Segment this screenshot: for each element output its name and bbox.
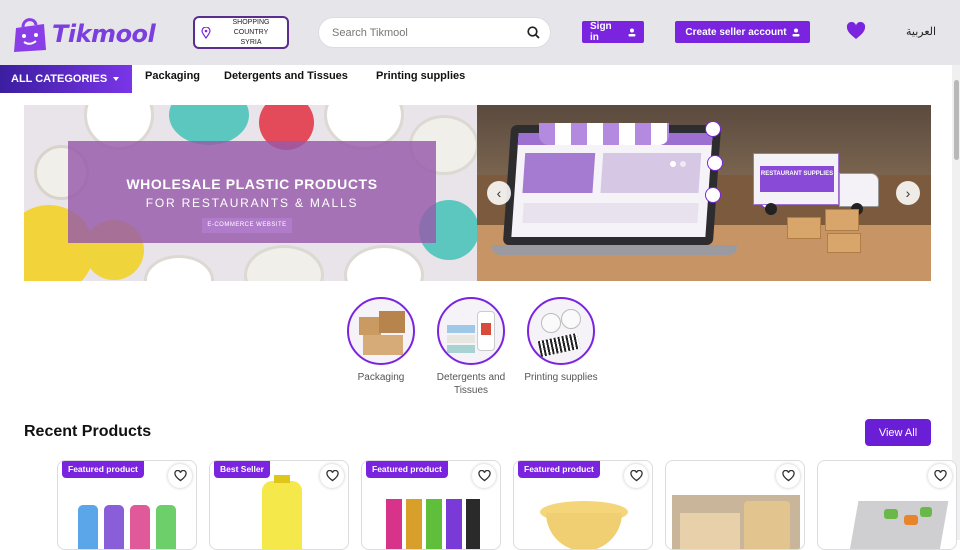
product-card[interactable]: Featured product — [361, 460, 501, 550]
search-input[interactable] — [332, 26, 527, 39]
product-image[interactable] — [672, 491, 800, 549]
user-icon — [792, 28, 800, 36]
shopping-country-text: SHOPPING COUNTRY SYRIA — [215, 18, 287, 48]
truck-text: RESTAURANT SUPPLIES — [760, 166, 834, 192]
heart-outline-icon — [325, 470, 339, 482]
shopping-country-label: SHOPPING COUNTRY — [232, 18, 270, 36]
nav-link-detergents[interactable]: Detergents and Tissues — [224, 70, 348, 82]
category-detergents-circle[interactable] — [437, 297, 505, 365]
banner-tag[interactable]: E-COMMERCE WEBSITE — [202, 218, 292, 233]
brand-name: Tikmool — [52, 20, 156, 48]
product-card[interactable]: Featured product — [57, 460, 197, 550]
category-printing-circle[interactable] — [527, 297, 595, 365]
sign-in-button[interactable]: Sign in — [582, 21, 644, 43]
create-seller-account-button[interactable]: Create seller account — [675, 21, 810, 43]
carousel-dots — [670, 161, 686, 167]
recent-products-title: Recent Products — [24, 423, 152, 440]
product-image[interactable] — [824, 491, 952, 549]
chevron-left-icon: ‹ — [496, 185, 502, 201]
product-card[interactable]: Featured product — [513, 460, 653, 550]
product-card[interactable]: Best Seller — [209, 460, 349, 550]
search-icon[interactable] — [527, 26, 540, 39]
user-icon — [628, 28, 636, 36]
product-card[interactable] — [817, 460, 957, 550]
location-pin-icon — [201, 26, 211, 39]
category-bar — [0, 65, 960, 93]
category-packaging-circle[interactable] — [347, 297, 415, 365]
banner-slide-website[interactable]: RESTAURANT SUPPLIES — [477, 105, 931, 281]
nav-link-packaging[interactable]: Packaging — [145, 70, 200, 82]
product-badge: Featured product — [518, 461, 600, 478]
caret-down-icon — [113, 77, 120, 81]
shopping-bag-logo-icon — [14, 18, 46, 52]
product-badge: Best Seller — [214, 461, 270, 478]
scrollbar-thumb[interactable] — [954, 80, 959, 160]
all-categories-button[interactable]: ALL CATEGORIES — [0, 65, 132, 93]
product-card[interactable] — [665, 460, 805, 550]
carousel-dot[interactable] — [670, 161, 676, 167]
heart-outline-icon — [477, 470, 491, 482]
banner-title: WHOLESALE PLASTIC PRODUCTS — [126, 176, 378, 192]
wishlist-button[interactable] — [624, 464, 648, 488]
wishlist-button[interactable] — [472, 464, 496, 488]
search-bar — [318, 17, 551, 48]
hero-carousel: WHOLESALE PLASTIC PRODUCTS FOR RESTAURAN… — [24, 105, 931, 281]
chevron-right-icon: › — [905, 185, 911, 201]
heart-outline-icon — [781, 470, 795, 482]
product-image[interactable] — [216, 475, 344, 549]
product-badge: Featured product — [62, 461, 144, 478]
delivery-truck-illustration: RESTAURANT SUPPLIES — [753, 153, 839, 205]
heart-outline-icon — [933, 470, 947, 482]
tikmool-logo[interactable]: Tikmool — [10, 12, 168, 56]
carousel-dot[interactable] — [680, 161, 686, 167]
language-switch[interactable]: العربية — [906, 25, 936, 38]
heart-outline-icon — [173, 470, 187, 482]
site-header: Tikmool SHOPPING COUNTRY SYRIA Sign in C… — [0, 0, 960, 65]
shopping-country-value: SYRIA — [240, 38, 262, 46]
banner-slide-plastic[interactable] — [24, 105, 477, 281]
category-label[interactable]: Printing supplies — [521, 371, 601, 384]
nav-link-printing[interactable]: Printing supplies — [376, 70, 465, 82]
category-label[interactable]: Detergents and Tissues — [426, 371, 516, 397]
shopping-country-selector[interactable]: SHOPPING COUNTRY SYRIA — [193, 16, 289, 49]
wishlist-button[interactable] — [928, 464, 952, 488]
wishlist-button[interactable] — [168, 464, 192, 488]
product-badge: Featured product — [366, 461, 448, 478]
view-all-button[interactable]: View All — [865, 419, 931, 446]
category-label[interactable]: Packaging — [336, 371, 426, 384]
carousel-prev-button[interactable]: ‹ — [487, 181, 511, 205]
wishlist-button[interactable] — [776, 464, 800, 488]
product-image[interactable] — [368, 491, 496, 549]
heart-icon[interactable] — [846, 22, 866, 40]
banner-subtitle: FOR RESTAURANTS & MALLS — [145, 196, 359, 210]
product-image[interactable] — [64, 491, 192, 549]
create-seller-account-label: Create seller account — [685, 26, 787, 38]
wishlist-button[interactable] — [320, 464, 344, 488]
product-image[interactable] — [520, 491, 648, 549]
sign-in-label: Sign in — [590, 21, 612, 43]
all-categories-label: ALL CATEGORIES — [11, 73, 108, 85]
heart-outline-icon — [629, 470, 643, 482]
carousel-next-button[interactable]: › — [896, 181, 920, 205]
